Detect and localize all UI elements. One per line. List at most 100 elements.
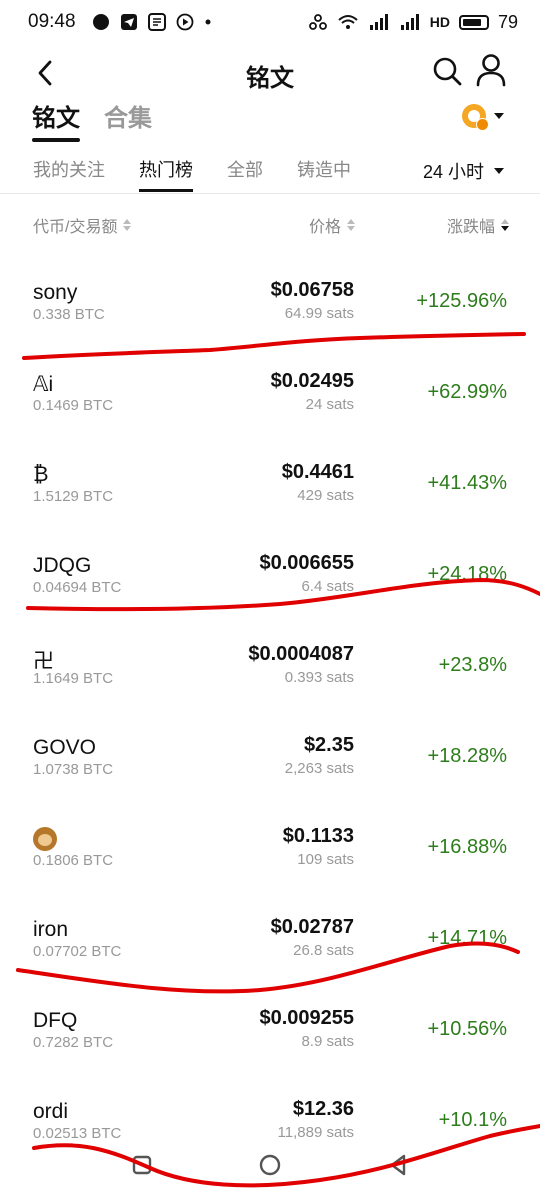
sort-icon [347, 219, 355, 231]
chain-filter-dropdown[interactable] [462, 104, 504, 131]
token-row[interactable]: 0.1806 BTC $0.1133 109 sats +16.88% [0, 792, 540, 883]
token-name: iron [33, 918, 69, 941]
token-name: ordi [33, 1100, 69, 1123]
chat-icon [92, 14, 109, 30]
token-name: DFQ [33, 1009, 78, 1032]
sort-by-change[interactable]: 涨跌幅 [447, 213, 509, 237]
token-price: $0.009255 [259, 1007, 354, 1029]
token-volume: 0.1806 BTC [33, 852, 114, 869]
token-row[interactable]: 卍 1.1649 BTC $0.0004087 0.393 sats +23.8… [0, 610, 540, 701]
filter-tabs: 我的关注 热门榜 全部 铸造中 [33, 156, 351, 192]
token-change: +10.56% [427, 1018, 507, 1040]
category-tabs: 铭文 合集 [32, 98, 152, 142]
status-time: 09:48 [28, 11, 76, 32]
token-price-sats: 2,263 sats [284, 760, 354, 777]
token-price-sats: 26.8 sats [293, 942, 354, 959]
token-price-sats: 8.9 sats [301, 1033, 354, 1050]
token-change: +23.8% [438, 654, 507, 676]
navigation-bar: 铭文 [0, 48, 540, 100]
token-name: sony [33, 281, 78, 304]
home-icon[interactable] [258, 1153, 282, 1177]
network-label: HD [429, 14, 450, 30]
telegram-icon [120, 14, 137, 30]
token-price: $0.0004087 [248, 643, 354, 665]
token-volume: 0.7282 BTC [33, 1034, 114, 1051]
tab-collections[interactable]: 合集 [104, 98, 152, 139]
signal-icon [369, 14, 388, 30]
token-row[interactable]: ₿ 1.5129 BTC $0.4461 429 sats +41.43% [0, 428, 540, 519]
dot-icon [205, 19, 211, 25]
user-icon[interactable] [474, 52, 508, 88]
token-price: $0.4461 [281, 461, 354, 483]
token-volume: 1.0738 BTC [33, 761, 114, 778]
token-name [33, 827, 57, 852]
recent-apps-icon[interactable] [130, 1153, 154, 1177]
token-list: sony 0.338 BTC $0.06758 64.99 sats +125.… [0, 246, 540, 1156]
token-volume: 1.5129 BTC [33, 488, 114, 505]
chevron-down-icon [494, 113, 504, 119]
token-price-sats: 64.99 sats [284, 305, 354, 322]
chevron-down-icon [494, 168, 505, 174]
app-icon [147, 13, 166, 31]
token-change: +125.96% [416, 290, 507, 312]
token-row[interactable]: 𝔸i 0.1469 BTC $0.02495 24 sats +62.99% [0, 337, 540, 428]
status-bar: 09:48 HD 79 [0, 0, 540, 44]
column-header-price: 价格 [308, 219, 341, 236]
token-price: $0.006655 [259, 552, 354, 574]
column-header-name: 代币/交易额 [33, 219, 118, 236]
token-row[interactable]: DFQ 0.7282 BTC $0.009255 8.9 sats +10.56… [0, 974, 540, 1065]
token-change: +62.99% [427, 381, 507, 403]
token-name: JDQG [33, 554, 92, 577]
battery-level: 79 [497, 11, 518, 32]
sort-by-price[interactable]: 价格 [309, 213, 355, 237]
token-change: +41.43% [427, 472, 507, 494]
token-volume: 0.1469 BTC [33, 397, 114, 414]
token-volume: 1.1649 BTC [33, 670, 114, 687]
token-price-sats: 24 sats [305, 396, 354, 413]
tab-all[interactable]: 全部 [227, 156, 263, 192]
back-icon[interactable] [386, 1153, 410, 1177]
battery-icon [458, 14, 489, 30]
tab-trending[interactable]: 热门榜 [139, 156, 193, 192]
tab-inscriptions[interactable]: 铭文 [32, 98, 80, 142]
token-change: +24.18% [427, 563, 507, 585]
token-price: $0.02495 [270, 370, 354, 392]
token-price: $0.06758 [270, 279, 354, 301]
column-headers: 代币/交易额 价格 涨跌幅 [33, 213, 509, 237]
token-price-sats: 6.4 sats [301, 578, 354, 595]
token-price: $0.02787 [270, 916, 354, 938]
token-change: +16.88% [427, 836, 507, 858]
token-price-sats: 429 sats [297, 487, 354, 504]
wifi-icon [338, 15, 358, 29]
token-price: $0.1133 [282, 825, 354, 847]
token-price-sats: 0.393 sats [284, 669, 354, 686]
token-row[interactable]: JDQG 0.04694 BTC $0.006655 6.4 sats +24.… [0, 519, 540, 610]
sort-icon [123, 219, 132, 231]
token-row[interactable]: sony 0.338 BTC $0.06758 64.99 sats +125.… [0, 246, 540, 337]
token-volume: 0.338 BTC [33, 306, 105, 323]
token-name: 𝔸i [33, 373, 54, 396]
time-range-dropdown[interactable]: 24 小时 [423, 158, 505, 184]
token-volume: 0.07702 BTC [33, 943, 122, 960]
token-row[interactable]: GOVO 1.0738 BTC $2.35 2,263 sats +18.28% [0, 701, 540, 792]
time-range-label: 24 小时 [423, 162, 485, 182]
play-icon [176, 13, 193, 31]
token-volume: 0.04694 BTC [33, 579, 122, 596]
search-icon[interactable] [430, 54, 464, 88]
divider [0, 193, 540, 194]
tab-minting[interactable]: 铸造中 [297, 156, 351, 192]
system-navigation-bar [0, 1139, 540, 1199]
token-name: GOVO [33, 736, 97, 759]
bitcoin-coin-icon [462, 104, 489, 131]
token-price-sats: 109 sats [297, 851, 354, 868]
token-price: $2.35 [303, 734, 354, 756]
sort-icon [501, 219, 509, 231]
monkey-icon [33, 827, 57, 852]
link-icon [308, 14, 327, 30]
token-row[interactable]: iron 0.07702 BTC $0.02787 26.8 sats +14.… [0, 883, 540, 974]
column-header-change: 涨跌幅 [446, 219, 495, 236]
tab-watchlist[interactable]: 我的关注 [33, 156, 105, 192]
sort-by-volume[interactable]: 代币/交易额 [33, 213, 132, 237]
token-price: $12.36 [292, 1098, 354, 1120]
token-change: +14.71% [427, 927, 507, 949]
